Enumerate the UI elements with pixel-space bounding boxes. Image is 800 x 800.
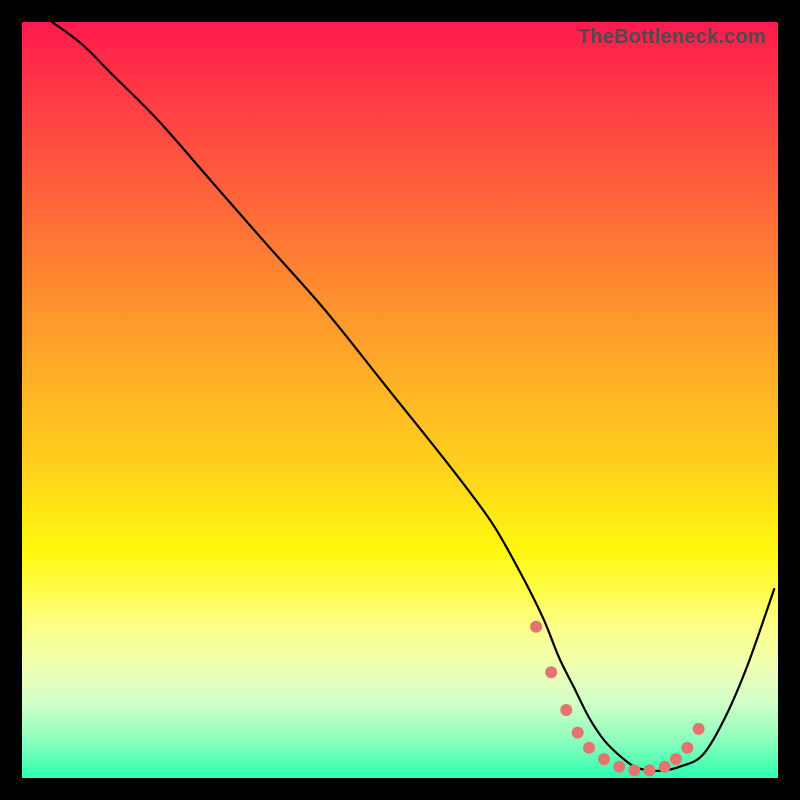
bottleneck-curve-line [52, 22, 774, 771]
optimal-dot [560, 704, 572, 716]
optimal-dot [693, 723, 705, 735]
optimal-dot [572, 727, 584, 739]
optimal-dot [583, 742, 595, 754]
optimal-dot [659, 761, 671, 773]
chart-plot-area: TheBottleneck.com [22, 22, 778, 778]
optimal-dot [613, 761, 625, 773]
optimal-dot [598, 753, 610, 765]
optimal-dot [670, 753, 682, 765]
bottleneck-curve-svg [22, 22, 778, 778]
optimal-dot [644, 764, 656, 776]
optimal-dot [530, 621, 542, 633]
optimal-dot [681, 742, 693, 754]
optimal-dot [545, 666, 557, 678]
optimal-dot [628, 764, 640, 776]
